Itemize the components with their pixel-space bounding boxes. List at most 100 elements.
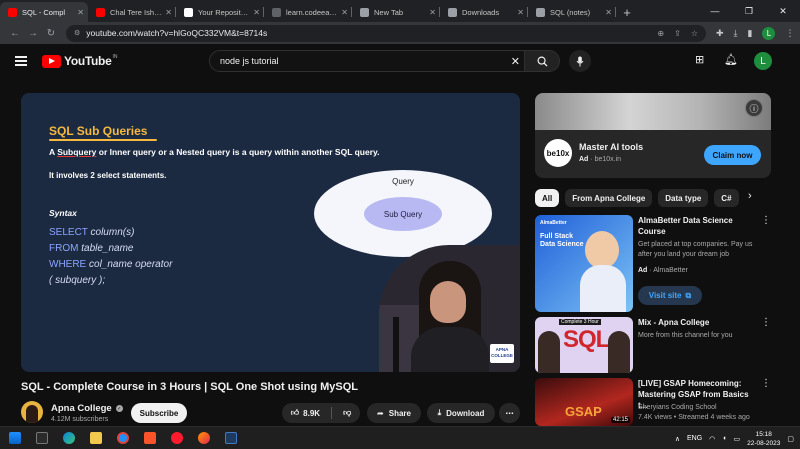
profile-avatar[interactable]: L — [762, 26, 776, 40]
browser-tab[interactable]: SQL - Compl ✕ — [0, 2, 88, 22]
ad-card[interactable]: ⓘ be10x Master AI tools Ad · be10x.in Cl… — [535, 93, 771, 178]
browser-tab[interactable]: SQL (notes) ✕ — [528, 2, 616, 22]
forward-icon[interactable]: → — [24, 28, 42, 39]
subscribe-button[interactable]: Subscribe — [131, 403, 187, 423]
claim-now-button[interactable]: Claim now — [704, 145, 761, 165]
chip-from-channel[interactable]: From Apna College — [565, 189, 653, 207]
opera-icon[interactable] — [171, 432, 183, 444]
close-tab-icon[interactable]: ✕ — [77, 8, 84, 17]
channel-avatar[interactable] — [21, 401, 43, 423]
slide-syntax-label: Syntax — [49, 208, 77, 218]
chevron-right-icon[interactable]: › — [748, 190, 752, 202]
edge-icon[interactable] — [63, 432, 75, 444]
video-thumbnail[interactable]: Complete 3 Hour SQL — [535, 317, 633, 373]
battery-icon[interactable]: ▭ — [734, 435, 741, 443]
windows-start-icon[interactable] — [9, 432, 21, 444]
system-clock[interactable]: 15:18 22-08-2023 — [747, 430, 780, 448]
screen: SQL - Compl✕Chal Tere Ishq Me✕Your Repos… — [0, 0, 800, 449]
notifications-bell-icon[interactable]: 🔔︎ — [724, 53, 738, 66]
browser-menu-icon[interactable]: ⋮ — [785, 28, 794, 39]
code-line: FROM table_name — [49, 243, 134, 254]
close-tab-icon[interactable]: ✕ — [165, 8, 172, 17]
downloads-icon[interactable]: ⤓ — [734, 28, 738, 39]
video-thumbnail[interactable]: GSAP 42:15 — [535, 378, 633, 426]
minimize-icon[interactable]: — — [698, 0, 732, 22]
browser-tab[interactable]: New Tab ✕ — [352, 2, 440, 22]
youtube-logo[interactable]: YouTube IN — [42, 54, 117, 68]
more-actions-button[interactable]: ⋯ — [499, 403, 520, 423]
address-bar[interactable]: ⚙ youtube.com/watch?v=hlGoQC332VM&t=8714… — [66, 24, 706, 42]
ad-info-icon[interactable]: ⓘ — [745, 99, 763, 117]
more-vert-icon[interactable]: ⋮ — [761, 215, 771, 226]
language-indicator[interactable]: ENG — [687, 435, 702, 442]
close-window-icon[interactable]: ✕ — [766, 0, 800, 22]
chip-csharp[interactable]: C# — [714, 189, 739, 207]
browser-tab[interactable]: Downloads ✕ — [440, 2, 528, 22]
list-item[interactable]: GSAP 42:15 [LIVE] GSAP Homecoming: Maste… — [535, 378, 775, 426]
volume-icon[interactable]: ◖ — [722, 435, 726, 442]
browser-tab[interactable]: Chal Tere Ishq Me✕ — [88, 2, 176, 22]
task-view-icon[interactable] — [36, 432, 48, 444]
subscriber-count: 4.12M subscribers — [51, 416, 109, 423]
download-button[interactable]: ⤓ Download — [427, 403, 495, 423]
dislike-button[interactable]: 👎︎ — [343, 408, 351, 418]
tab-favicon-icon — [536, 7, 545, 17]
slide-involves: It involves 2 select statements. — [49, 171, 167, 180]
code-line: ( subquery ); — [49, 275, 106, 286]
browser-tab[interactable]: Your Repositories✕ — [176, 2, 264, 22]
search-button[interactable] — [524, 50, 560, 72]
close-tab-icon[interactable]: ✕ — [605, 8, 612, 17]
new-tab-icon[interactable]: + — [616, 2, 638, 22]
like-button[interactable]: 👍︎ 8.9K — [291, 408, 320, 418]
install-icon[interactable]: ⊕ — [657, 29, 664, 38]
voice-search-button[interactable] — [569, 50, 591, 72]
browser-tab[interactable]: learn.codeeasy.io✕ — [264, 2, 352, 22]
more-vert-icon[interactable]: ⋮ — [761, 317, 771, 328]
share-page-icon[interactable]: ⇪ — [674, 29, 681, 38]
recommendation-title[interactable]: Mix - Apna College — [638, 317, 758, 328]
notification-center-icon[interactable]: ▢ — [787, 435, 794, 443]
side-panel-icon[interactable]: ▮ — [748, 28, 753, 39]
create-icon[interactable]: ⊞ — [695, 53, 704, 66]
visit-site-button[interactable]: Visit site ⧉ — [638, 286, 702, 305]
bookmark-star-icon[interactable]: ☆ — [691, 29, 698, 38]
video-thumbnail[interactable]: AlmaBetter Full Stack Data Science — [535, 215, 633, 312]
syntax-code: SELECT column(s) FROM table_name WHERE c… — [49, 225, 172, 289]
hamburger-menu-icon[interactable] — [15, 56, 27, 66]
chrome-icon[interactable] — [117, 432, 129, 444]
more-vert-icon[interactable]: ⋮ — [761, 378, 771, 389]
reload-icon[interactable]: ↻ — [42, 28, 60, 39]
chip-data-type[interactable]: Data type — [658, 189, 709, 207]
chevron-up-icon[interactable]: ∧ — [675, 435, 680, 443]
advertiser-logo: be10x — [544, 139, 572, 167]
user-avatar[interactable]: L — [754, 52, 772, 70]
list-item[interactable]: Complete 3 Hour SQL Mix - Apna College M… — [535, 317, 775, 374]
video-player[interactable]: SQL Sub Queries A Subquery or Inner quer… — [21, 93, 520, 372]
like-dislike-group: 👍︎ 8.9K 👎︎ — [282, 403, 360, 423]
extensions-icon[interactable]: ✚ — [716, 28, 724, 39]
channel-name[interactable]: Apna College ✓ — [51, 403, 123, 414]
more-horizontal-icon: ⋯ — [505, 408, 514, 418]
close-tab-icon[interactable]: ✕ — [253, 8, 260, 17]
wifi-icon[interactable]: ◠ — [709, 435, 715, 443]
close-tab-icon[interactable]: ✕ — [517, 8, 524, 17]
tab-favicon-icon — [448, 7, 457, 17]
subquery-ellipse: Sub Query — [364, 197, 442, 231]
firefox-icon[interactable] — [198, 432, 210, 444]
search-input[interactable]: node js tutorial ✕ — [209, 50, 529, 72]
vscode-icon[interactable] — [225, 432, 237, 444]
close-tab-icon[interactable]: ✕ — [341, 8, 348, 17]
list-item[interactable]: AlmaBetter Full Stack Data Science AlmaB… — [535, 215, 775, 313]
tune-icon[interactable]: ⚙ — [74, 29, 80, 37]
share-button[interactable]: ➦ Share — [367, 403, 421, 423]
chip-all[interactable]: All — [535, 189, 560, 207]
clear-search-icon[interactable]: ✕ — [511, 55, 520, 68]
back-icon[interactable]: ← — [6, 28, 24, 39]
restore-icon[interactable]: ❐ — [732, 0, 766, 22]
file-explorer-icon[interactable] — [90, 432, 102, 444]
code-line: WHERE col_name operator — [49, 259, 173, 270]
close-tab-icon[interactable]: ✕ — [429, 8, 436, 17]
brave-icon[interactable] — [144, 432, 156, 444]
thumbs-up-icon: 👍︎ — [290, 408, 300, 417]
recommendation-title[interactable]: AlmaBetter Data Science Course — [638, 215, 758, 237]
